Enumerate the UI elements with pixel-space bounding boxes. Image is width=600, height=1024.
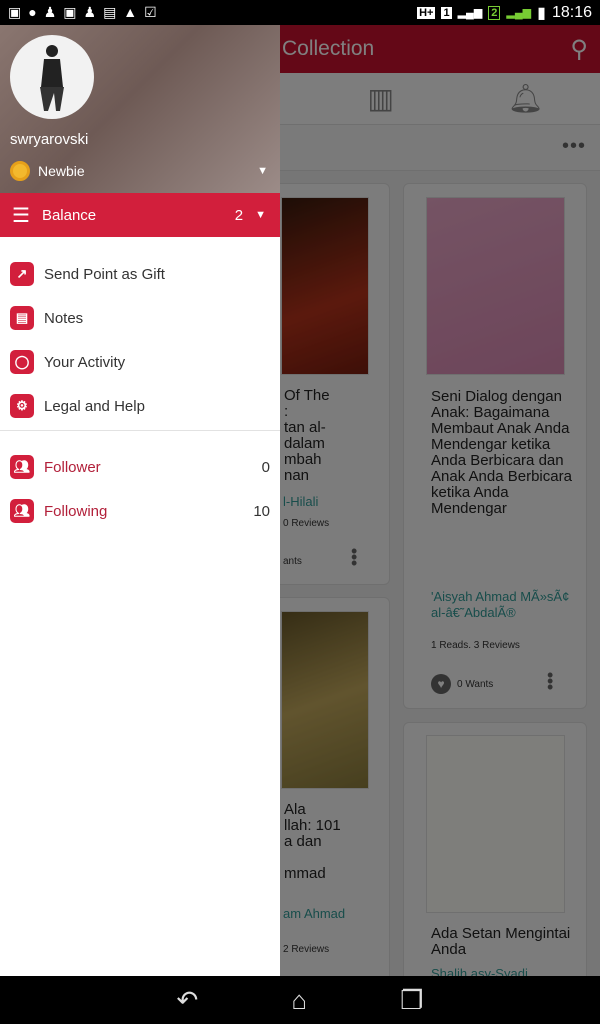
username: swryarovski — [10, 131, 89, 148]
book-title: Ala llah: 101 a dan mmad — [284, 801, 341, 882]
sim2-indicator: 2 — [488, 5, 501, 20]
book-author[interactable]: l-Hilali — [283, 494, 318, 510]
book-title: Ada Setan Mengintai Anda — [431, 925, 571, 958]
dropdown-caret-icon: ▼ — [255, 209, 266, 221]
battery-icon: ▮ — [537, 4, 546, 22]
back-icon[interactable]: ↶ — [177, 985, 199, 1016]
signal-icon: ▂▄▆ — [457, 7, 483, 19]
rank-selector[interactable]: Newbie ▼ — [10, 161, 268, 181]
chart-icon[interactable]: ▥ — [367, 82, 393, 115]
book-stats: 0 Reviews — [283, 518, 330, 529]
activity-icon: ◯ — [10, 350, 34, 374]
network-type: H+ — [417, 6, 436, 19]
arrow-up-right-icon: ↗ — [10, 262, 34, 286]
rank-label: Newbie — [38, 163, 85, 179]
book-author[interactable]: 'Aisyah Ahmad MÃ»sÃ¢ al-â€˜AbdalÃ® — [431, 589, 571, 621]
bbm-icon: ▣ — [8, 4, 22, 20]
avatar[interactable] — [10, 35, 94, 119]
menu-item-follower[interactable]: 👥︎ Follower 0 — [0, 445, 280, 489]
book-title: Seni Dialog dengan Anak: Bagaimana Memba… — [431, 388, 572, 517]
want-button[interactable]: ♥ 0 Wants — [431, 674, 493, 694]
page-title: Collection — [282, 37, 375, 60]
kebab-menu-icon[interactable]: • • • — [351, 542, 357, 572]
book-cover — [281, 611, 369, 789]
book-card[interactable]: Seni Dialog dengan Anak: Bagaimana Memba… — [403, 183, 587, 709]
medal-icon — [10, 161, 30, 181]
gear-icon: ⚙ — [10, 394, 34, 418]
book-stats: 2 Reviews — [283, 944, 330, 955]
search-icon[interactable]: ⚲ — [570, 35, 588, 64]
divider — [0, 430, 280, 431]
profile-header: swryarovski Newbie ▼ — [0, 25, 280, 193]
menu-item-notes[interactable]: ▤ Notes — [0, 296, 280, 340]
system-nav-bar: ↶ ⌂ ❐ — [0, 976, 600, 1024]
book-cover — [281, 197, 369, 375]
balance-row[interactable]: ☰ Balance 2 ▼ — [0, 193, 280, 237]
book-stats: 1 Reads. 3 Reviews — [431, 640, 520, 651]
menu-item-following[interactable]: 👥︎ Following 10 — [0, 489, 280, 533]
balance-label: Balance — [41, 206, 97, 224]
app-icon: ♟ — [43, 4, 57, 20]
menu-item-your-activity[interactable]: ◯ Your Activity — [0, 340, 280, 384]
sim1-indicator: 1 — [441, 6, 452, 19]
recent-apps-icon[interactable]: ❐ — [400, 985, 423, 1016]
kebab-menu-icon[interactable]: • • • — [547, 666, 553, 696]
bell-icon[interactable]: 🔔︎ — [508, 82, 544, 115]
notes-icon: ▤ — [10, 306, 34, 330]
book-cover — [426, 735, 565, 913]
message-icon: ▤ — [103, 4, 117, 20]
menu-item-legal-help[interactable]: ⚙ Legal and Help — [0, 384, 280, 428]
book-cover — [426, 197, 565, 375]
database-icon: ☰ — [12, 204, 30, 227]
navigation-drawer: swryarovski Newbie ▼ ☰ Balance 2 ▼ ↗ Send… — [0, 25, 280, 976]
balance-value: 2 — [234, 206, 244, 224]
status-bar: ▣ ● ♟ ▣ ♟ ▤ ▲ ☑ H+ 1 ▂▄▆ 2 ▂▄▆ ▮ 18:16 — [0, 0, 600, 25]
book-author[interactable]: Shalih asy-Syadi — [431, 966, 528, 976]
book-title: Of The: tan al-dalam mbah nan — [284, 387, 330, 484]
people-icon: 👥︎ — [10, 499, 34, 523]
people-icon: 👥︎ — [10, 455, 34, 479]
chat-icon: ● — [28, 4, 37, 20]
home-button-icon[interactable]: ⌂ — [291, 985, 307, 1016]
signal-icon: ▂▄▆ — [506, 7, 532, 19]
app-icon: ♟ — [83, 4, 97, 20]
book-card[interactable]: Ada Setan Mengintai Anda Shalih asy-Syad… — [403, 722, 587, 976]
bbm-icon: ▣ — [63, 4, 77, 20]
menu-item-send-point[interactable]: ↗ Send Point as Gift — [0, 252, 280, 296]
heart-icon: ♥ — [431, 674, 451, 694]
notification-icons: ▣ ● ♟ ▣ ♟ ▤ ▲ ☑ — [8, 4, 157, 21]
follower-count: 0 — [261, 458, 270, 476]
warning-icon: ▲ — [123, 4, 138, 20]
book-author[interactable]: am Ahmad — [283, 906, 345, 922]
clock: 18:16 — [551, 3, 592, 21]
following-count: 10 — [253, 502, 270, 520]
shopping-bag-icon: ☑ — [144, 4, 157, 20]
dropdown-caret-icon: ▼ — [257, 165, 268, 177]
wants-count: ants — [283, 556, 302, 567]
